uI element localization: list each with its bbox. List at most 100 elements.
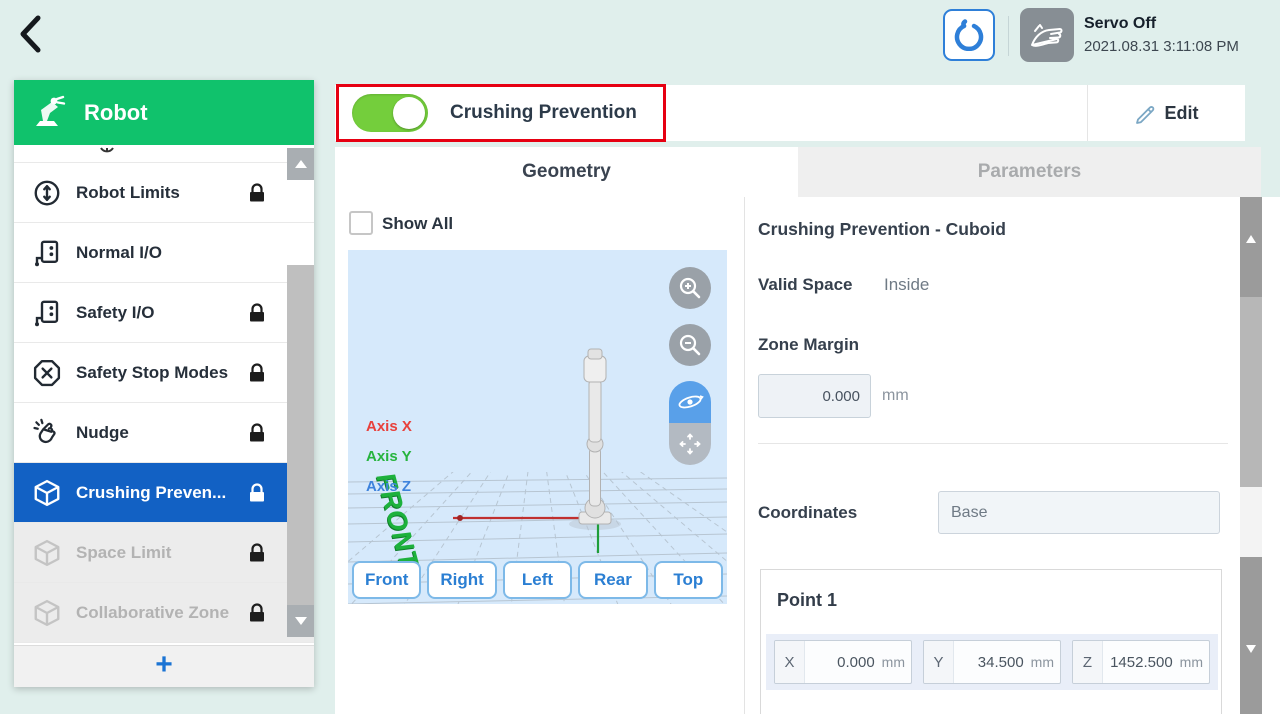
- scroll-track[interactable]: [1240, 487, 1262, 557]
- valid-space-value: Inside: [884, 275, 929, 295]
- axis-x-label: Axis X: [366, 418, 412, 435]
- servo-power-icon: [953, 19, 985, 51]
- axis-letter: Y: [924, 641, 954, 683]
- timestamp: 2021.08.31 3:11:08 PM: [1084, 38, 1239, 55]
- topbar-divider: [1008, 16, 1009, 56]
- point-z-field[interactable]: Z 1452.500 mm: [1072, 640, 1210, 684]
- sidebar-header: Robot: [14, 80, 314, 145]
- tab-parameters[interactable]: Parameters: [798, 147, 1261, 197]
- back-button[interactable]: [16, 12, 56, 56]
- lock-icon: [246, 302, 268, 324]
- tab-geometry[interactable]: Geometry: [335, 147, 798, 197]
- clipped-item-above: [14, 145, 314, 163]
- view-top-button[interactable]: Top: [654, 561, 723, 599]
- cube-icon: [32, 598, 62, 628]
- sidebar-item-robot-limits[interactable]: Robot Limits: [14, 163, 314, 223]
- add-item-button[interactable]: +: [14, 645, 314, 687]
- lock-icon: [246, 362, 268, 384]
- lock-icon: [246, 422, 268, 444]
- view-rear-button[interactable]: Rear: [578, 561, 647, 599]
- io-icon: [32, 298, 62, 328]
- sidebar-item-crushing-prevention[interactable]: Crushing Preven...: [14, 463, 314, 523]
- sidebar-item-nudge[interactable]: Nudge: [14, 403, 314, 463]
- sidebar-item-label: Safety Stop Modes: [76, 363, 228, 383]
- cube-icon: [32, 478, 62, 508]
- view-left-button[interactable]: Left: [503, 561, 572, 599]
- point-y-value: 34.500: [954, 641, 1028, 683]
- sidebar-item-safety-io[interactable]: Safety I/O: [14, 283, 314, 343]
- point-x-value: 0.000: [805, 641, 879, 683]
- pan-arrows-icon: [677, 431, 703, 457]
- point-y-field[interactable]: Y 34.500 mm: [923, 640, 1061, 684]
- gauge-icon: [32, 178, 62, 208]
- sidebar-item-space-limit[interactable]: Space Limit: [14, 523, 314, 583]
- show-all-checkbox[interactable]: [349, 211, 373, 235]
- details-scrollbar: [1240, 197, 1262, 714]
- view-buttons: Front Right Left Rear Top: [352, 561, 723, 599]
- axis-y-label: Axis Y: [366, 448, 412, 465]
- lock-icon: [246, 482, 268, 504]
- sidebar-item-label: Normal I/O: [76, 243, 162, 263]
- sidebar: Robot Robot Limits Normal I/O Safety I: [14, 80, 314, 687]
- pan-mode-button[interactable]: [669, 423, 711, 465]
- pencil-icon: [1134, 102, 1156, 124]
- section-divider: [758, 443, 1228, 444]
- zoom-out-button[interactable]: [669, 324, 711, 366]
- scroll-up-button[interactable]: [1240, 197, 1262, 297]
- scroll-thumb[interactable]: [287, 265, 314, 605]
- valid-space-label: Valid Space: [758, 275, 853, 295]
- lock-icon: [246, 602, 268, 624]
- servo-status-text: Servo Off: [1084, 15, 1156, 33]
- toggle-knob: [393, 97, 425, 129]
- crushing-prevention-toggle[interactable]: [352, 94, 428, 132]
- sidebar-item-label: Collaborative Zone: [76, 603, 229, 623]
- edit-button[interactable]: Edit: [1087, 85, 1245, 141]
- zone-margin-unit: mm: [882, 387, 909, 405]
- panel-divider: [744, 197, 745, 714]
- nudge-hand-icon: [32, 418, 62, 448]
- zone-margin-label: Zone Margin: [758, 335, 859, 355]
- zoom-in-icon: [677, 275, 703, 301]
- sidebar-item-normal-io[interactable]: Normal I/O: [14, 223, 314, 283]
- scroll-up-button[interactable]: [287, 148, 314, 180]
- view-front-button[interactable]: Front: [352, 561, 421, 599]
- view-right-button[interactable]: Right: [427, 561, 496, 599]
- stop-octagon-icon: [32, 358, 62, 388]
- content-area: Show All: [335, 197, 1280, 714]
- 3d-viewport[interactable]: FRONT Axis X Axis Y Axis Z: [348, 250, 727, 604]
- tab-bar: Geometry Parameters: [335, 147, 1261, 197]
- sidebar-item-label: Robot Limits: [76, 183, 180, 203]
- zoom-in-button[interactable]: [669, 267, 711, 309]
- zoom-out-icon: [677, 332, 703, 358]
- axis-letter: X: [775, 641, 805, 683]
- unit-label: mm: [1028, 641, 1060, 683]
- axis-letter: Z: [1073, 641, 1103, 683]
- feature-header: Crushing Prevention Edit: [335, 85, 1245, 141]
- point-x-field[interactable]: X 0.000 mm: [774, 640, 912, 684]
- sidebar-item-collaborative-zone[interactable]: Collaborative Zone: [14, 583, 314, 643]
- sidebar-item-safety-stop-modes[interactable]: Safety Stop Modes: [14, 343, 314, 403]
- sidebar-item-label: Safety I/O: [76, 303, 154, 323]
- view-mode-control[interactable]: [669, 381, 711, 465]
- orbit-icon: [676, 390, 704, 414]
- show-all-label: Show All: [382, 214, 453, 234]
- sidebar-list: Robot Limits Normal I/O Safety I/O: [14, 145, 314, 645]
- scroll-down-button[interactable]: [1240, 557, 1262, 714]
- feature-title: Crushing Prevention: [450, 102, 637, 124]
- unit-label: mm: [1177, 641, 1209, 683]
- point-values-row: X 0.000 mm Y 34.500 mm Z 1452.500 mm: [766, 634, 1218, 690]
- scroll-down-button[interactable]: [287, 605, 314, 637]
- details-heading: Crushing Prevention - Cuboid: [758, 219, 1006, 240]
- sidebar-title: Robot: [84, 100, 148, 126]
- coordinates-label: Coordinates: [758, 503, 857, 523]
- axis-z-label: Axis Z: [366, 478, 411, 495]
- servo-power-button[interactable]: [943, 9, 995, 61]
- zone-margin-input[interactable]: 0.000: [758, 374, 871, 418]
- coordinates-select[interactable]: Base: [938, 491, 1220, 534]
- scroll-thumb[interactable]: [1240, 297, 1262, 487]
- back-chevron-icon: [16, 14, 56, 54]
- unit-label: mm: [879, 641, 911, 683]
- cube-icon: [32, 538, 62, 568]
- rotate-mode-button[interactable]: [669, 381, 711, 423]
- sidebar-scrollbar: [287, 145, 314, 645]
